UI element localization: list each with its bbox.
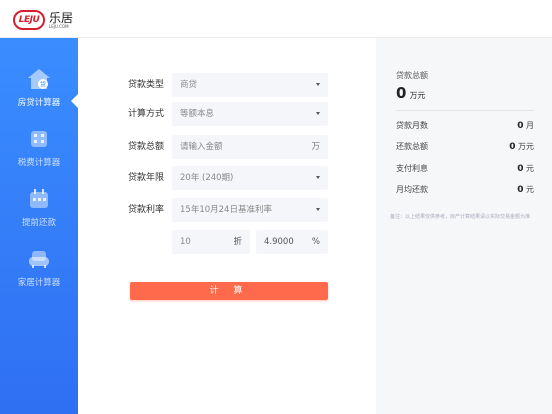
loan-type-select[interactable]: 商贷 <box>172 73 328 97</box>
loan-type-row: 贷款类型 商贷 <box>78 73 376 97</box>
result-total-unit: 万元 <box>409 91 426 100</box>
calculate-button[interactable]: 计 算 <box>130 282 328 300</box>
chevron-down-icon <box>316 176 320 179</box>
rate-value-input[interactable]: 4.9000 % <box>256 230 328 254</box>
loan-type-label: 贷款类型 <box>128 80 165 90</box>
top-bar: LEJU 乐居 LEJU.COM <box>0 0 552 38</box>
divider <box>396 110 534 111</box>
loan-amount-label: 贷款总额 <box>128 142 165 152</box>
calc-method-select[interactable]: 等额本息 <box>172 102 328 126</box>
sidebar-item-mortgage-calculator[interactable]: 贷 房贷计算器 <box>0 66 78 124</box>
tax-building-icon <box>31 131 47 147</box>
leju-logo[interactable]: LEJU 乐居 LEJU.COM <box>13 10 73 30</box>
sidebar-item-label: 房贷计算器 <box>17 98 61 108</box>
loan-amount-row: 贷款总额 请输入金额 万 <box>78 135 376 159</box>
discount-input[interactable]: 10 折 <box>172 230 250 254</box>
sofa-icon <box>29 251 49 268</box>
loan-rate-row: 贷款利率 15年10月24日基准利率 <box>78 198 376 222</box>
chevron-down-icon <box>316 83 320 86</box>
loan-years-row: 贷款年限 20年 (240期) <box>78 166 376 190</box>
loan-rate-select[interactable]: 15年10月24日基准利率 <box>172 198 328 222</box>
chevron-down-icon <box>316 112 320 115</box>
result-total: 0 万元 <box>396 84 425 102</box>
calendar-icon <box>30 189 48 208</box>
loan-amount-unit: 万 <box>311 142 320 152</box>
result-row: 贷款月数 0 月 <box>396 121 534 131</box>
loan-years-label: 贷款年限 <box>128 173 165 183</box>
loan-amount-input[interactable]: 请输入金额 万 <box>172 135 328 159</box>
loan-years-select[interactable]: 20年 (240期) <box>172 166 328 190</box>
result-panel: 贷款总额 0 万元 贷款月数 0 月 还款总额 0 万元 支付利息 0 元 月均… <box>376 38 552 414</box>
rate-detail-row: 10 折 4.9000 % <box>78 230 376 254</box>
sidebar: 贷 房贷计算器 税费计算器 提前还款 家居计算器 <box>0 38 78 414</box>
sidebar-item-home-calculator[interactable]: 家居计算器 <box>0 246 78 304</box>
sidebar-item-label: 税费计算器 <box>17 158 61 168</box>
loan-form: 贷款类型 商贷 计算方式 等额本息 贷款总额 请输入金额 万 贷款年限 20年 … <box>78 38 376 414</box>
active-indicator <box>71 94 78 108</box>
sidebar-item-label: 家居计算器 <box>17 278 61 288</box>
logo-en-text: LEJU.COM <box>49 23 69 29</box>
discount-unit: 折 <box>233 237 242 247</box>
rate-value-unit: % <box>311 237 320 247</box>
result-row: 还款总额 0 万元 <box>396 142 534 152</box>
result-row: 支付利息 0 元 <box>396 164 534 174</box>
result-total-label: 贷款总额 <box>396 71 428 80</box>
result-total-value: 0 <box>396 84 407 102</box>
chevron-down-icon <box>316 208 320 211</box>
result-note: 备注：以上结果仅供参考，房产计算结果请以实际交易金额为准 <box>390 214 531 220</box>
result-row: 月均还款 0 元 <box>396 185 534 195</box>
sidebar-item-label: 提前还款 <box>21 218 56 228</box>
calc-method-label: 计算方式 <box>128 109 165 119</box>
svg-text:贷: 贷 <box>40 81 46 89</box>
loan-rate-label: 贷款利率 <box>128 205 165 215</box>
sidebar-item-prepayment[interactable]: 提前还款 <box>0 186 78 244</box>
logo-badge: LEJU <box>13 10 45 30</box>
sidebar-item-tax-calculator[interactable]: 税费计算器 <box>0 126 78 184</box>
house-loan-icon: 贷 <box>28 69 50 89</box>
calc-method-row: 计算方式 等额本息 <box>78 102 376 126</box>
logo-cn-text: 乐居 <box>49 10 74 25</box>
